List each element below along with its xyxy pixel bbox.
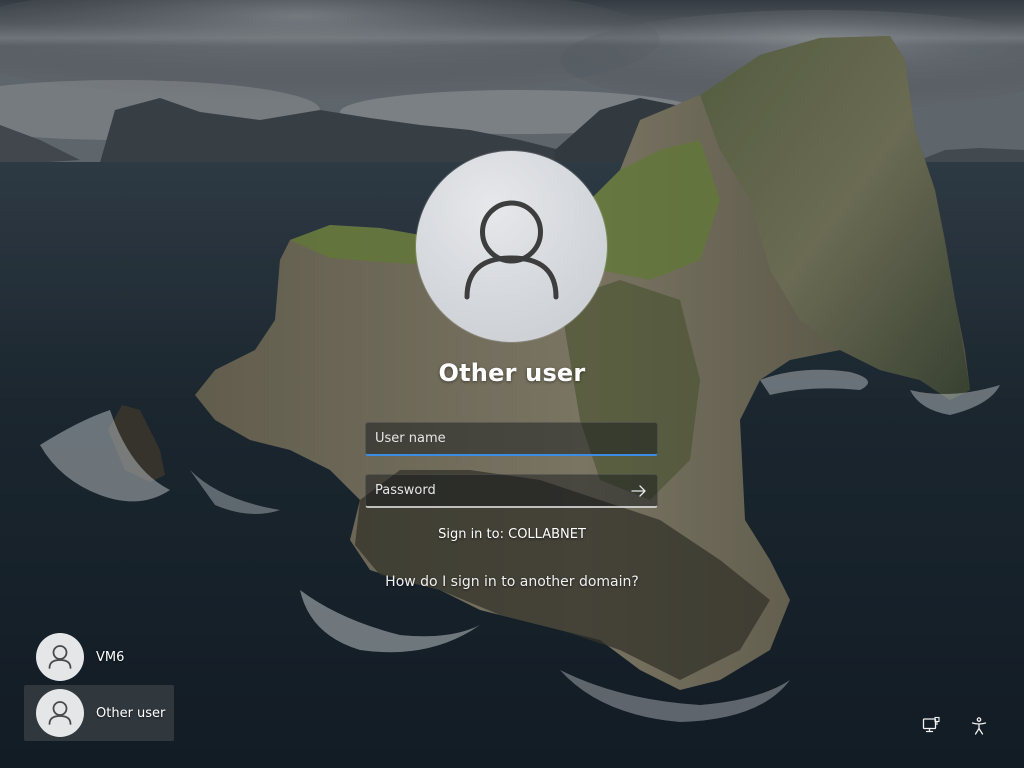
network-icon — [922, 716, 940, 733]
arrow-right-icon — [631, 485, 646, 497]
user-tile-label: VM6 — [96, 649, 125, 665]
user-tile-other-user[interactable]: Other user — [24, 685, 174, 741]
password-input[interactable] — [366, 475, 657, 506]
other-domain-link-row: How do I sign in to another domain? — [0, 574, 1024, 590]
display-name: Other user — [438, 359, 586, 387]
user-avatar — [36, 633, 84, 681]
user-tile-vm6[interactable]: VM6 — [24, 629, 174, 685]
other-domain-link[interactable]: How do I sign in to another domain? — [385, 574, 639, 590]
user-avatar — [36, 689, 84, 737]
user-avatar — [416, 151, 607, 342]
username-field-container — [365, 422, 658, 456]
sign-in-domain-text: Sign in to: COLLABNET — [438, 527, 586, 542]
submit-button[interactable] — [627, 480, 651, 502]
user-tile-label: Other user — [96, 705, 166, 721]
accessibility-button[interactable] — [967, 714, 991, 738]
username-input[interactable] — [366, 423, 657, 454]
accessibility-icon — [971, 717, 987, 735]
person-icon — [48, 645, 72, 669]
person-icon — [48, 701, 72, 725]
password-field-container — [365, 474, 658, 508]
person-icon — [464, 200, 559, 300]
network-button[interactable] — [919, 714, 943, 738]
